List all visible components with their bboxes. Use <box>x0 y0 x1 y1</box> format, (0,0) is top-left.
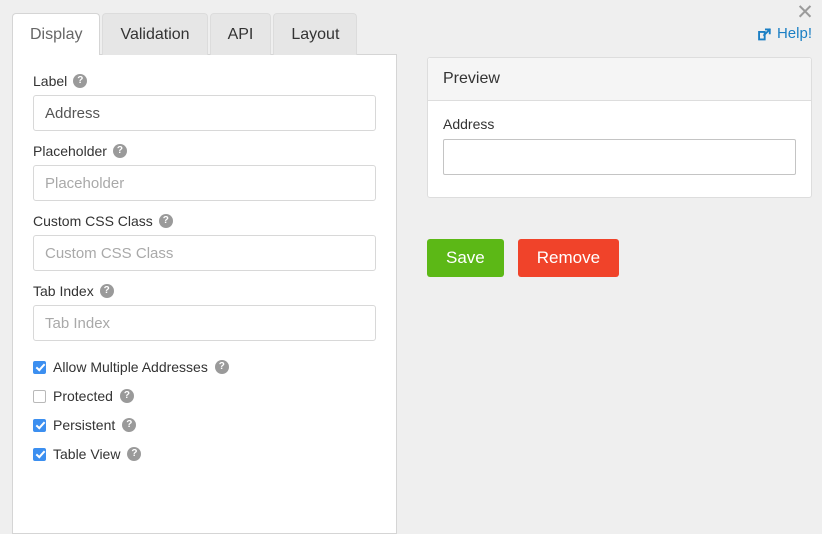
save-button[interactable]: Save <box>427 239 504 277</box>
custom-css-class-input[interactable] <box>33 235 376 271</box>
close-icon[interactable]: ✕ <box>794 2 816 24</box>
checkbox-protected[interactable] <box>33 390 46 403</box>
checkbox-label: Allow Multiple Addresses <box>53 359 208 375</box>
checkbox-label: Protected <box>53 388 113 404</box>
checkbox-label: Table View <box>53 446 120 462</box>
tab-api[interactable]: API <box>210 13 272 55</box>
tab-bar: Display Validation API Layout <box>12 12 359 55</box>
tab-validation[interactable]: Validation <box>102 13 207 55</box>
tab-layout[interactable]: Layout <box>273 13 357 55</box>
question-mark-icon[interactable]: ? <box>100 284 114 298</box>
preview-panel: Preview Address <box>427 57 812 198</box>
display-tab-panel: Label ? Placeholder ? Custom CSS Class ?… <box>12 54 397 534</box>
help-link[interactable]: Help! <box>757 25 812 42</box>
preview-body: Address <box>428 101 811 197</box>
placeholder-input[interactable] <box>33 165 376 201</box>
external-link-icon <box>757 27 772 42</box>
field-tab-index-text: Tab Index <box>33 283 94 299</box>
help-link-label: Help! <box>777 25 812 42</box>
preview-address-input[interactable] <box>443 139 796 175</box>
checkbox-label: Persistent <box>53 417 115 433</box>
checkbox-row-persistent[interactable]: Persistent ? <box>33 417 376 433</box>
label-input[interactable] <box>33 95 376 131</box>
tab-display[interactable]: Display <box>12 13 100 55</box>
field-custom-css-class-text: Custom CSS Class <box>33 213 153 229</box>
question-mark-icon[interactable]: ? <box>73 74 87 88</box>
field-label: Label ? <box>33 73 376 131</box>
field-placeholder-text: Placeholder <box>33 143 107 159</box>
field-label-caption: Label ? <box>33 73 376 89</box>
checkbox-table-view[interactable] <box>33 448 46 461</box>
preview-field-label: Address <box>443 116 796 132</box>
question-mark-icon[interactable]: ? <box>159 214 173 228</box>
field-custom-css-class-caption: Custom CSS Class ? <box>33 213 376 229</box>
question-mark-icon[interactable]: ? <box>113 144 127 158</box>
action-buttons: Save Remove <box>427 239 619 277</box>
checkbox-row-allow-multiple-addresses[interactable]: Allow Multiple Addresses ? <box>33 359 376 375</box>
question-mark-icon[interactable]: ? <box>122 418 136 432</box>
field-custom-css-class: Custom CSS Class ? <box>33 213 376 271</box>
checkbox-persistent[interactable] <box>33 419 46 432</box>
checkbox-row-protected[interactable]: Protected ? <box>33 388 376 404</box>
preview-title: Preview <box>428 58 811 101</box>
question-mark-icon[interactable]: ? <box>120 389 134 403</box>
question-mark-icon[interactable]: ? <box>215 360 229 374</box>
field-placeholder: Placeholder ? <box>33 143 376 201</box>
checkbox-row-table-view[interactable]: Table View ? <box>33 446 376 462</box>
field-placeholder-caption: Placeholder ? <box>33 143 376 159</box>
field-label-text: Label <box>33 73 67 89</box>
tab-index-input[interactable] <box>33 305 376 341</box>
remove-button[interactable]: Remove <box>518 239 619 277</box>
field-tab-index-caption: Tab Index ? <box>33 283 376 299</box>
question-mark-icon[interactable]: ? <box>127 447 141 461</box>
checkbox-group: Allow Multiple Addresses ? Protected ? P… <box>33 359 376 462</box>
checkbox-allow-multiple-addresses[interactable] <box>33 361 46 374</box>
field-tab-index: Tab Index ? <box>33 283 376 341</box>
